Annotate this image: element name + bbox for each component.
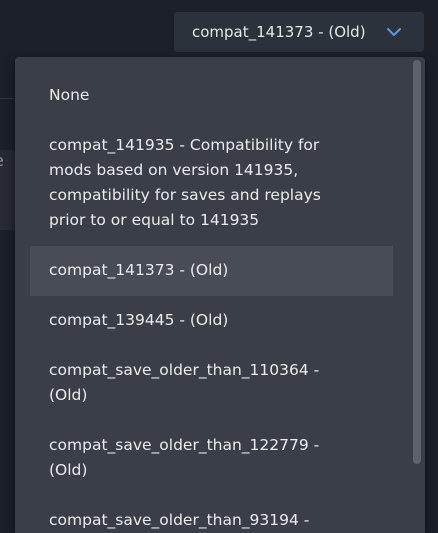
chevron-down-icon: [387, 28, 401, 36]
option-compat-save-older-93194[interactable]: compat_save_older_than_93194 -: [30, 508, 393, 533]
option-compat-save-older-122779[interactable]: compat_save_older_than_122779 - (Old): [30, 433, 393, 483]
option-label: compat_save_older_than_110364 - (Old): [49, 361, 320, 404]
option-label: None: [49, 86, 90, 104]
option-compat-139445[interactable]: compat_139445 - (Old): [30, 308, 393, 333]
option-none[interactable]: None: [30, 83, 393, 108]
option-compat-save-older-110364[interactable]: compat_save_older_than_110364 - (Old): [30, 358, 393, 408]
option-compat-141935[interactable]: compat_141935 - Compatibility for mods b…: [30, 133, 393, 233]
dropdown-scrollbar[interactable]: [413, 60, 421, 464]
option-label: compat_139445 - (Old): [49, 311, 229, 329]
option-label: compat_141935 - Compatibility for mods b…: [49, 136, 321, 229]
background-partial-letter: e: [0, 150, 4, 172]
option-label: compat_save_older_than_122779 - (Old): [49, 436, 320, 479]
option-label: compat_141373 - (Old): [49, 261, 229, 279]
compat-version-select[interactable]: compat_141373 - (Old): [174, 12, 424, 52]
option-label: compat_save_older_than_93194 -: [49, 511, 310, 529]
select-current-value: compat_141373 - (Old): [192, 23, 366, 41]
dropdown-menu: None compat_141935 - Compatibility for m…: [15, 57, 425, 533]
option-compat-141373[interactable]: compat_141373 - (Old): [30, 246, 393, 296]
background-partial-text: e: [0, 150, 14, 172]
